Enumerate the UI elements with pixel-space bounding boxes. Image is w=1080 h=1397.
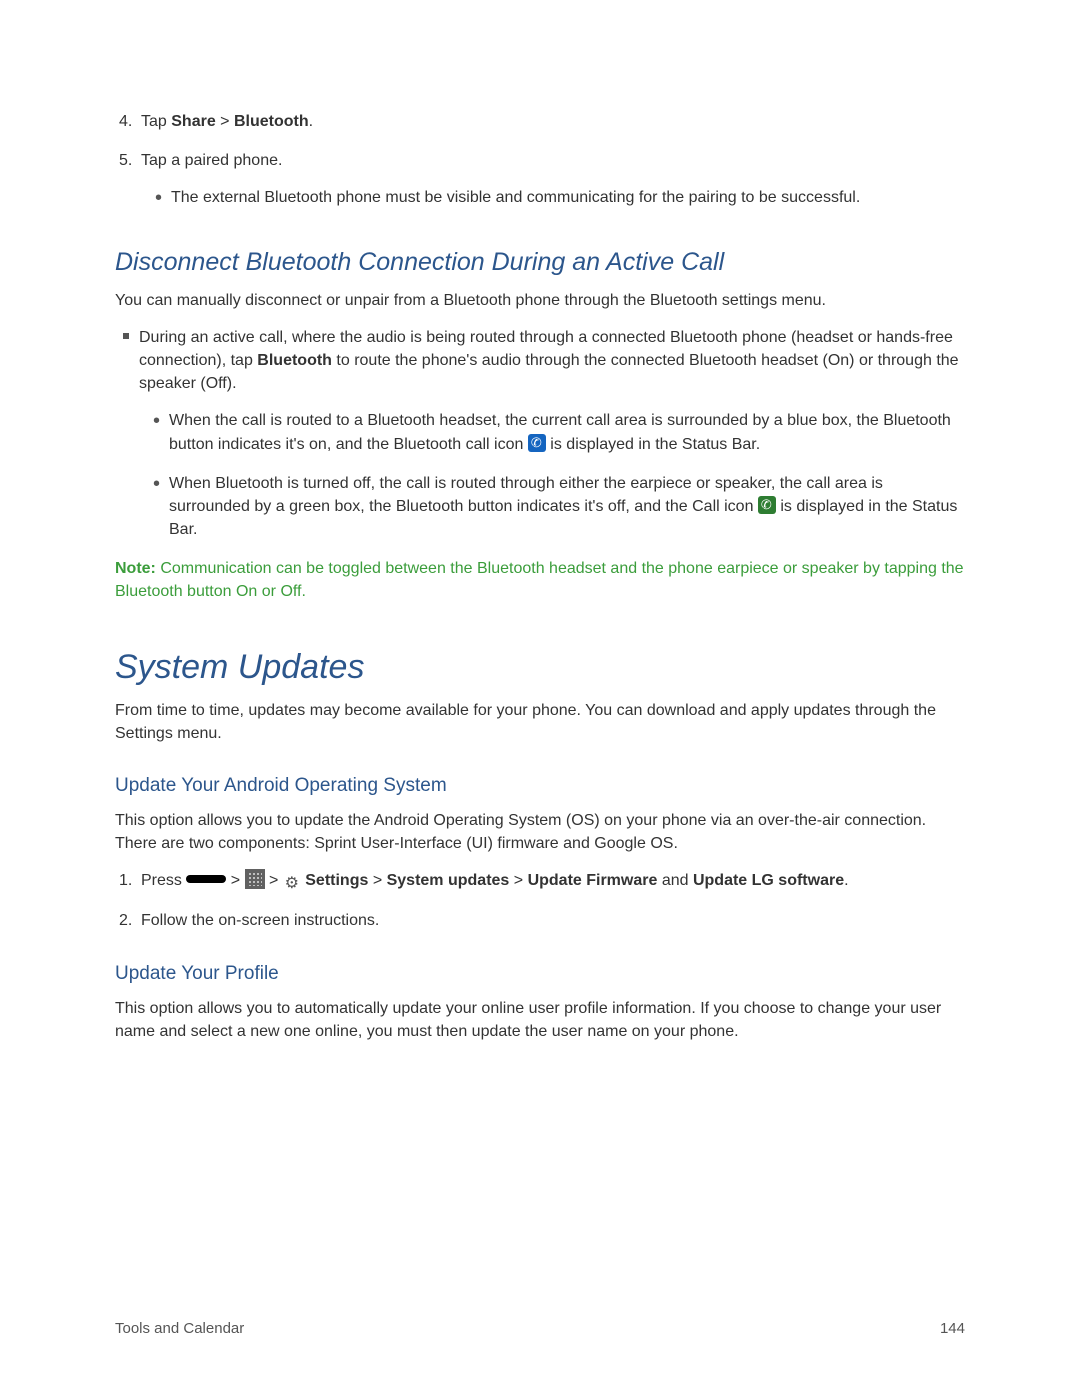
note-text: Communication can be toggled between the…	[115, 560, 964, 600]
android-os-heading: Update Your Android Operating System	[115, 775, 965, 797]
document-page: Tap Share > Bluetooth. Tap a paired phon…	[0, 0, 1080, 1397]
steps-list: Tap Share > Bluetooth. Tap a paired phon…	[115, 110, 965, 210]
note-paragraph: Note: Communication can be toggled betwe…	[115, 557, 965, 603]
step5-bullet: The external Bluetooth phone must be vis…	[171, 186, 965, 209]
disconnect-list: During an active call, where the audio i…	[115, 326, 965, 542]
step1-upd: Update Firmware	[528, 872, 658, 889]
page-footer: Tools and Calendar 144	[115, 1320, 965, 1337]
android-step1: Press > > ⚙ Settings > System updates > …	[141, 869, 965, 893]
bluetooth-call-icon	[528, 434, 546, 452]
step1-period: .	[844, 872, 848, 889]
disconnect-sublist: When the call is routed to a Bluetooth h…	[139, 409, 965, 541]
gear-icon: ⚙	[283, 875, 301, 893]
footer-page-number: 144	[940, 1320, 965, 1337]
apps-grid-icon	[245, 869, 265, 889]
disconnect-item: During an active call, where the audio i…	[139, 326, 965, 542]
android-os-body: This option allows you to update the And…	[115, 809, 965, 855]
step4-sep: >	[216, 113, 234, 130]
step4-period: .	[309, 113, 313, 130]
call-icon	[758, 496, 776, 514]
footer-left: Tools and Calendar	[115, 1320, 244, 1337]
disconnect-heading: Disconnect Bluetooth Connection During a…	[115, 248, 965, 277]
step1-lg: Update LG software	[693, 872, 844, 889]
step1-gt1: >	[226, 872, 244, 889]
home-key-icon	[186, 875, 226, 883]
disconnect-sub2: When Bluetooth is turned off, the call i…	[169, 472, 965, 542]
system-updates-heading: System Updates	[115, 648, 965, 687]
step4-share: Share	[171, 113, 215, 130]
step1-settings: Settings	[301, 872, 369, 889]
step1-gt4: >	[509, 872, 527, 889]
step5-sublist: The external Bluetooth phone must be vis…	[141, 186, 965, 209]
sub1-post: is displayed in the Status Bar.	[546, 436, 760, 453]
note-label: Note:	[115, 560, 156, 577]
step1-sys: System updates	[387, 872, 510, 889]
step-5: Tap a paired phone. The external Bluetoo…	[141, 149, 965, 209]
android-step2: Follow the on-screen instructions.	[141, 909, 965, 932]
step1-and: and	[657, 872, 693, 889]
step1-gt2: >	[265, 872, 283, 889]
disconnect-sub1: When the call is routed to a Bluetooth h…	[169, 409, 965, 455]
step-4: Tap Share > Bluetooth.	[141, 110, 965, 133]
profile-body: This option allows you to automatically …	[115, 997, 965, 1043]
step5-text: Tap a paired phone.	[141, 152, 282, 169]
system-updates-body: From time to time, updates may become av…	[115, 699, 965, 745]
step4-bluetooth: Bluetooth	[234, 113, 309, 130]
step4-prefix: Tap	[141, 113, 171, 130]
profile-heading: Update Your Profile	[115, 963, 965, 985]
step1-press: Press	[141, 872, 186, 889]
disconnect-body: You can manually disconnect or unpair fr…	[115, 289, 965, 312]
android-os-steps: Press > > ⚙ Settings > System updates > …	[115, 869, 965, 932]
step1-gt3: >	[368, 872, 386, 889]
disconnect-bold: Bluetooth	[257, 352, 332, 369]
